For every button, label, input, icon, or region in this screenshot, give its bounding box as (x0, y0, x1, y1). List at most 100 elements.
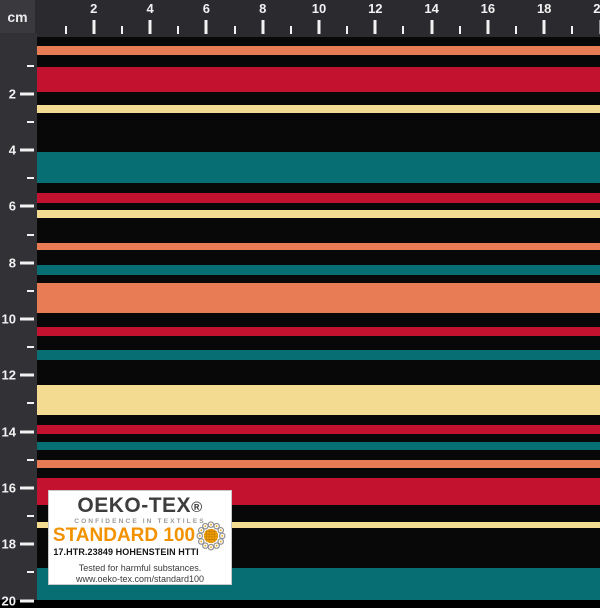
brand-text: OEKO-TEX (77, 494, 191, 517)
fabric-stripe-black (37, 434, 600, 442)
fabric-stripe-teal (37, 442, 600, 450)
ruler-left-number: 14 (2, 425, 16, 438)
ruler-top-minor-tick (65, 26, 67, 34)
ruler-left-number: 10 (2, 313, 16, 326)
fabric-stripe-black (37, 203, 600, 210)
fabric-stripe-black (37, 218, 600, 243)
ruler-top-number: 6 (203, 2, 210, 15)
unit-label-text: cm (7, 9, 27, 25)
fabric-stripe-black (37, 415, 600, 425)
ruler-left-number: 12 (2, 369, 16, 382)
ruler-left-number: 6 (9, 200, 16, 213)
ruler-top-minor-tick (234, 26, 236, 34)
ruler-horizontal: 2 4 6 8 10 12 14 16 18 20 (0, 0, 600, 37)
ruler-top-number: 12 (368, 2, 382, 15)
fabric-stripe-black (37, 336, 600, 350)
ruler-left-number: 4 (9, 144, 16, 157)
ruler-top-major-tick (92, 20, 95, 34)
oeko-tex-brand: OEKO-TEX® (49, 495, 231, 516)
ruler-left-major-tick (20, 318, 34, 321)
fabric-stripe-black (37, 313, 600, 327)
ruler-top-minor-tick (515, 26, 517, 34)
ruler-left-minor-tick (27, 402, 34, 404)
fabric-stripe-cream (37, 105, 600, 113)
ruler-top-number: 10 (312, 2, 326, 15)
ruler-top-minor-tick (402, 26, 404, 34)
ruler-left-number: 8 (9, 256, 16, 269)
fabric-stripe-salmon (37, 46, 600, 55)
fabric-stripe-cream (37, 210, 600, 218)
ruler-left-minor-tick (27, 459, 34, 461)
fabric-stripe-black (37, 450, 600, 460)
fabric-stripe-red (37, 193, 600, 203)
ruler-unit-label: cm (0, 0, 35, 33)
ruler-top-number: 4 (146, 2, 153, 15)
fabric-stripe-red (37, 327, 600, 336)
fabric-stripe-teal (37, 350, 600, 360)
tested-note: Tested for harmful substances. (49, 563, 231, 573)
fabric-stripe-black (37, 37, 600, 46)
ruler-left-minor-tick (27, 571, 34, 573)
ruler-left-minor-tick (27, 234, 34, 236)
ruler-top-major-tick (430, 20, 433, 34)
ruler-left-minor-tick (27, 346, 34, 348)
ruler-top-minor-tick (290, 26, 292, 34)
ruler-left-major-tick (20, 543, 34, 546)
fabric-stripe-salmon (37, 460, 600, 468)
ruler-left-minor-tick (27, 515, 34, 517)
fabric-stripe-teal (37, 265, 600, 275)
fabric-stripe-black (37, 360, 600, 385)
ruler-top-minor-tick (571, 26, 573, 34)
ruler-top-major-tick (149, 20, 152, 34)
fabric-stripe-black (37, 92, 600, 105)
registered-trademark-symbol: ® (191, 499, 203, 516)
ruler-top-number: 18 (537, 2, 551, 15)
ruler-top-number: 20 (593, 2, 600, 15)
fabric-stripe-red (37, 425, 600, 434)
oeko-tex-website: www.oeko-tex.com/standard100 (49, 574, 231, 584)
fabric-stripe-black (37, 55, 600, 67)
ruler-top-major-tick (261, 20, 264, 34)
ruler-top-number: 16 (481, 2, 495, 15)
ruler-top-minor-tick (177, 26, 179, 34)
ruler-top-minor-tick (346, 26, 348, 34)
ruler-top-minor-tick (121, 26, 123, 34)
ruler-left-number: 16 (2, 481, 16, 494)
ruler-top-number: 14 (424, 2, 438, 15)
ruler-left-major-tick (20, 149, 34, 152)
ruler-left-major-tick (20, 374, 34, 377)
ruler-left-number: 18 (2, 538, 16, 551)
fabric-stripe-salmon (37, 283, 600, 313)
ruler-top-major-tick (205, 20, 208, 34)
fabric-stripe-black (37, 250, 600, 265)
ruler-top-minor-tick (459, 26, 461, 34)
fabric-swatch-measurement-image: { "ruler": { "unit_label": "cm", "backgr… (0, 0, 600, 600)
fabric-stripe-black (37, 468, 600, 478)
fabric-stripe-black (37, 275, 600, 283)
ruler-left-major-tick (20, 92, 34, 95)
ruler-left-major-tick (20, 430, 34, 433)
fabric-stripe-red (37, 67, 600, 92)
fabric-stripe-cream (37, 385, 600, 415)
ruler-top-major-tick (486, 20, 489, 34)
ruler-left-minor-tick (27, 177, 34, 179)
ruler-top-major-tick (374, 20, 377, 34)
fabric-stripe-teal (37, 152, 600, 183)
ruler-left-minor-tick (27, 65, 34, 67)
ruler-vertical: 2468101214161820 (0, 33, 37, 600)
ruler-top-number: 2 (90, 2, 97, 15)
ruler-top-number: 8 (259, 2, 266, 15)
ruler-left-minor-tick (27, 121, 34, 123)
ruler-left-major-tick (20, 599, 34, 602)
ruler-left-major-tick (20, 205, 34, 208)
ruler-left-minor-tick (27, 290, 34, 292)
fabric-stripe-black (37, 113, 600, 152)
ruler-top-major-tick (543, 20, 546, 34)
ruler-left-major-tick (20, 486, 34, 489)
ruler-left-number: 20 (2, 594, 16, 607)
fabric-stripe-salmon (37, 243, 600, 250)
ruler-top-major-tick (318, 20, 321, 34)
ruler-left-number: 2 (9, 87, 16, 100)
fabric-stripe-black (37, 183, 600, 193)
ruler-left-major-tick (20, 261, 34, 264)
